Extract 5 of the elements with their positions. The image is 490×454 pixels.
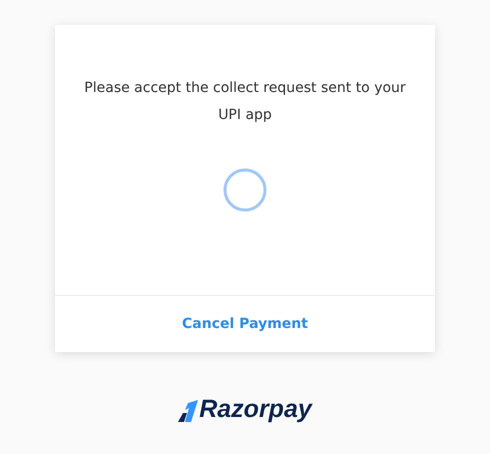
brand-name: Razorpay xyxy=(199,396,312,422)
cancel-payment-button[interactable]: Cancel Payment xyxy=(174,312,316,336)
logo-icon xyxy=(178,400,198,422)
loading-spinner-icon xyxy=(222,167,268,213)
request-message: Please accept the collect request sent to your UPI app xyxy=(83,79,407,125)
